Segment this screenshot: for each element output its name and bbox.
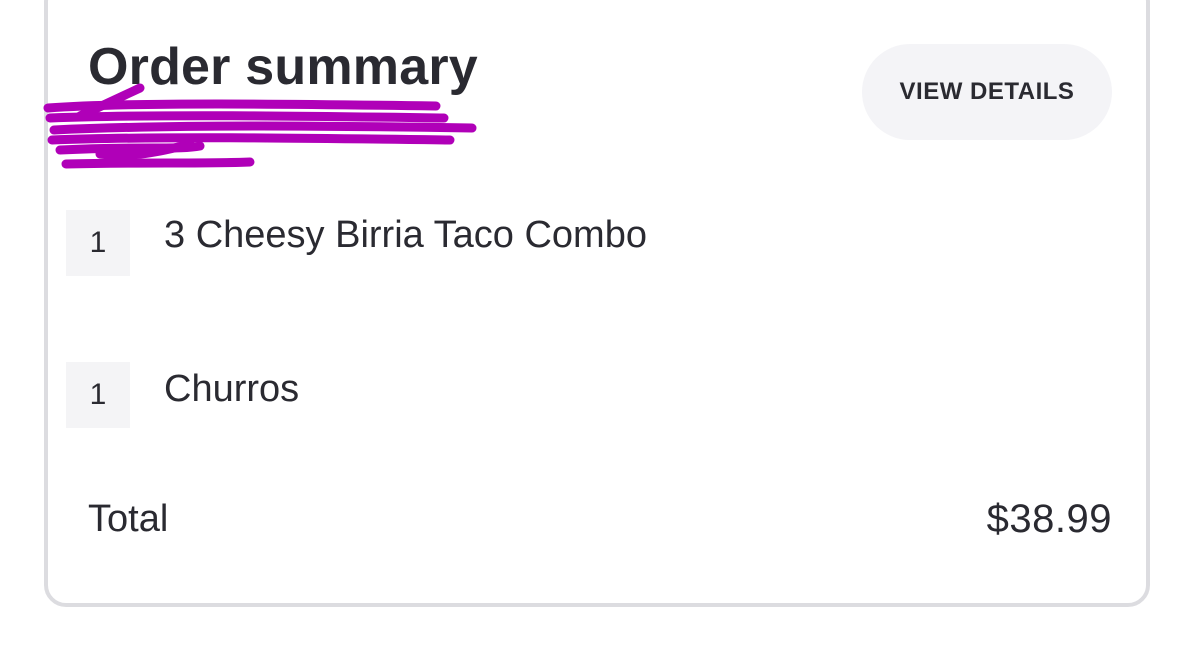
order-item: 1 Churros: [66, 362, 1066, 428]
view-details-button[interactable]: VIEW DETAILS: [862, 44, 1112, 140]
item-quantity: 1: [66, 362, 130, 428]
order-item: 1 3 Cheesy Birria Taco Combo: [66, 210, 1066, 276]
redaction-scribble: [43, 83, 477, 169]
item-quantity: 1: [66, 210, 130, 276]
total-label: Total: [88, 498, 169, 540]
total-value: $38.99: [986, 497, 1112, 541]
item-name: Churros: [164, 368, 300, 410]
item-name: 3 Cheesy Birria Taco Combo: [164, 214, 647, 256]
